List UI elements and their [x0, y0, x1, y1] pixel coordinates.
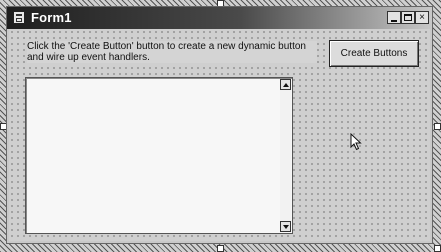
- minimize-icon: [391, 20, 397, 22]
- form-client-area: Click the 'Create Button' button to crea…: [9, 29, 430, 241]
- close-icon: ×: [419, 12, 425, 23]
- resize-handle-right[interactable]: [434, 123, 441, 130]
- title-bar[interactable]: Form1 ×: [7, 7, 432, 29]
- scroll-down-button[interactable]: [280, 221, 291, 232]
- window-title: Form1: [31, 10, 72, 25]
- output-textbox[interactable]: [25, 77, 293, 234]
- close-button[interactable]: ×: [415, 11, 429, 24]
- maximize-button[interactable]: [401, 11, 415, 24]
- minimize-button[interactable]: [387, 11, 401, 24]
- instructions-label: Click the 'Create Button' button to crea…: [27, 41, 317, 63]
- form-window: Form1 × Click the 'Create Button' button…: [6, 6, 433, 244]
- mouse-pointer-icon: [350, 133, 362, 151]
- scroll-up-arrow-icon: [283, 83, 289, 87]
- maximize-icon: [404, 14, 412, 21]
- vertical-scrollbar[interactable]: [280, 79, 291, 232]
- resize-handle-bottom[interactable]: [217, 245, 224, 252]
- scroll-up-button[interactable]: [280, 79, 291, 90]
- form-window-icon[interactable]: [13, 11, 25, 24]
- create-buttons-button[interactable]: Create Buttons: [329, 40, 419, 67]
- resize-handle-bottom-right[interactable]: [434, 245, 441, 252]
- scroll-down-arrow-icon: [283, 225, 289, 229]
